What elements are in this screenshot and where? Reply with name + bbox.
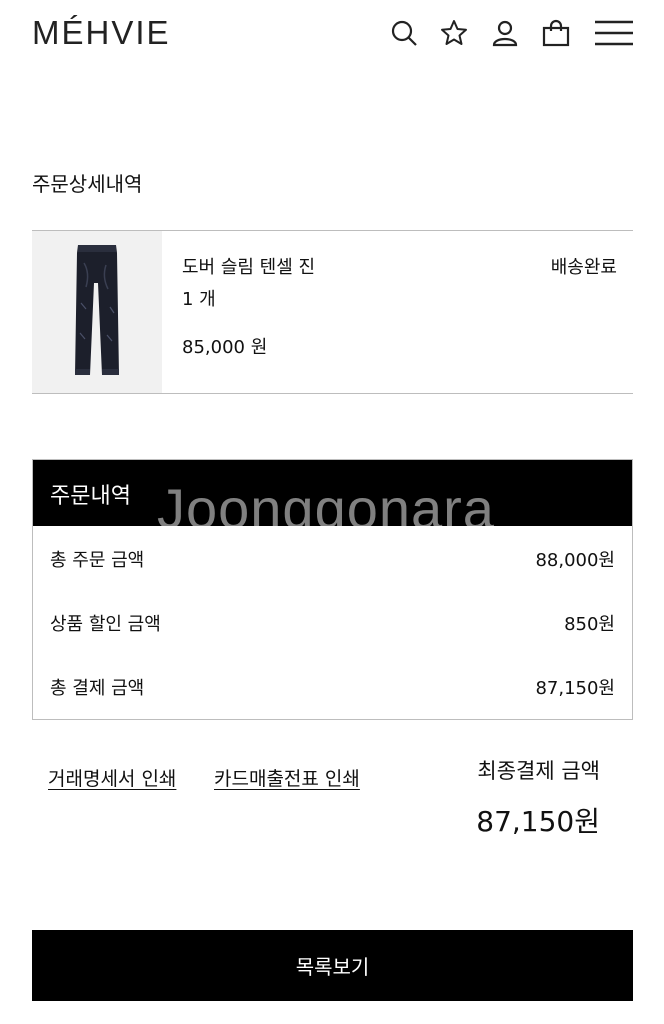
order-summary: 주문내역 Joonggonara 총 주문 금액 88,000원 상품 할인 금… [32, 459, 633, 720]
summary-row-label: 총 주문 금액 [50, 550, 145, 571]
jeans-image [75, 245, 119, 375]
product-quantity: 1 개 [182, 289, 216, 310]
summary-row-label: 총 결제 금액 [50, 678, 145, 699]
final-amount-label: 최종결제 금액 [477, 759, 600, 783]
summary-row-label: 상품 할인 금액 [50, 614, 161, 635]
product-thumbnail[interactable] [32, 231, 162, 393]
user-icon[interactable] [488, 16, 522, 50]
search-icon[interactable] [387, 16, 421, 50]
summary-row-total-payment: 총 결제 금액 87,150원 [33, 666, 632, 706]
summary-row-discount: 상품 할인 금액 850원 [33, 602, 632, 642]
summary-row-value: 88,000원 [535, 550, 615, 571]
page-title: 주문상세내역 [32, 172, 143, 196]
final-amount-value: 87,150원 [476, 805, 600, 838]
statement-print-link[interactable]: 거래명세서 인쇄 [48, 764, 176, 791]
summary-row-total-order: 총 주문 금액 88,000원 [33, 538, 632, 578]
brand-logo[interactable]: MÉHVIE [32, 14, 171, 52]
star-icon[interactable] [437, 16, 471, 50]
product-name[interactable]: 도버 슬림 텐셀 진 [182, 253, 315, 279]
list-button[interactable]: 목록보기 [32, 930, 633, 1001]
order-item-row[interactable]: 도버 슬림 텐셀 진 1 개 85,000 원 배송완료 [32, 230, 633, 394]
product-price: 85,000 원 [182, 337, 268, 358]
shopping-bag-icon[interactable] [539, 16, 573, 50]
summary-row-value: 850원 [564, 614, 615, 635]
delivery-status: 배송완료 [550, 257, 617, 278]
watermark: Joonggonara [157, 477, 495, 540]
order-summary-title: 주문내역 [50, 484, 131, 509]
card-receipt-print-link[interactable]: 카드매출전표 인쇄 [214, 764, 360, 791]
site-header: MÉHVIE [0, 0, 664, 70]
menu-icon[interactable] [594, 16, 634, 50]
order-summary-header: 주문내역 Joonggonara [33, 460, 632, 540]
summary-row-value: 87,150원 [535, 678, 615, 699]
